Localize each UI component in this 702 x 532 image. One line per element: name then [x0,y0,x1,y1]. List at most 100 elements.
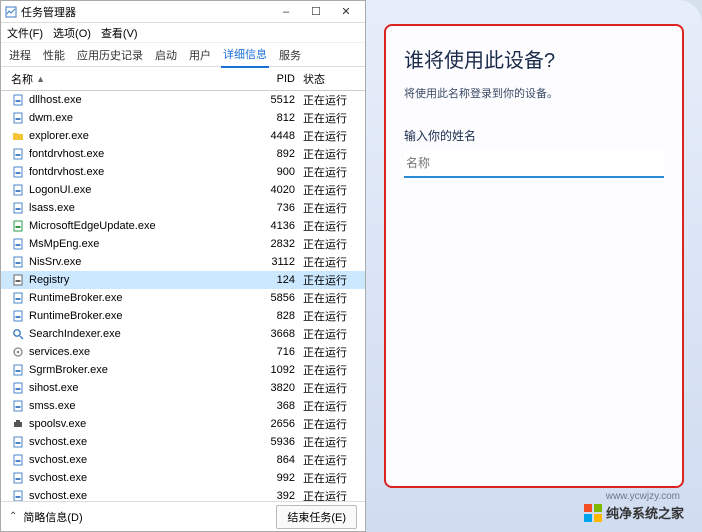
process-pid: 5856 [255,292,303,304]
tab-1[interactable]: 性能 [41,43,67,67]
titlebar[interactable]: 任务管理器 – ☐ ✕ [1,1,365,23]
process-icon [11,435,25,449]
tab-4[interactable]: 用户 [187,43,213,67]
process-name: Registry [29,274,255,286]
process-icon [11,363,25,377]
process-pid: 1092 [255,364,303,376]
process-name: fontdrvhost.exe [29,166,255,178]
process-row[interactable]: MicrosoftEdgeUpdate.exe4136正在运行 [1,217,365,235]
process-name: NisSrv.exe [29,256,255,268]
process-icon [11,129,25,143]
process-row[interactable]: spoolsv.exe2656正在运行 [1,415,365,433]
brief-label[interactable]: 简略信息(D) [23,509,276,525]
process-name: SgrmBroker.exe [29,364,255,376]
process-name: spoolsv.exe [29,418,255,430]
oobe-background: 谁将使用此设备? 将使用此名称登录到你的设备。 输入你的姓名 www.ycwjz… [366,0,702,532]
process-pid: 3668 [255,328,303,340]
process-status: 正在运行 [303,434,359,450]
menu-file[interactable]: 文件(F) [7,25,43,41]
tab-3[interactable]: 启动 [153,43,179,67]
process-pid: 2656 [255,418,303,430]
process-row[interactable]: services.exe716正在运行 [1,343,365,361]
process-row[interactable]: SearchIndexer.exe3668正在运行 [1,325,365,343]
process-name: LogonUI.exe [29,184,255,196]
maximize-button[interactable]: ☐ [301,2,331,22]
process-status: 正在运行 [303,452,359,468]
process-row[interactable]: Registry124正在运行 [1,271,365,289]
watermark-url: www.ycwjzy.com [606,491,680,502]
process-status: 正在运行 [303,326,359,342]
process-row[interactable]: MsMpEng.exe2832正在运行 [1,235,365,253]
menu-options[interactable]: 选项(O) [53,25,91,41]
minimize-button[interactable]: – [271,2,301,22]
process-icon [11,219,25,233]
process-pid: 892 [255,148,303,160]
process-row[interactable]: dwm.exe812正在运行 [1,109,365,127]
process-status: 正在运行 [303,488,359,501]
process-icon [11,453,25,467]
process-pid: 716 [255,346,303,358]
process-row[interactable]: LogonUI.exe4020正在运行 [1,181,365,199]
process-icon [11,201,25,215]
tabbar: 进程性能应用历史记录启动用户详细信息服务 [1,43,365,67]
tab-0[interactable]: 进程 [7,43,33,67]
process-icon [11,471,25,485]
process-status: 正在运行 [303,236,359,252]
process-name: smss.exe [29,400,255,412]
process-row[interactable]: smss.exe368正在运行 [1,397,365,415]
expand-icon[interactable]: ⌃ [9,511,17,522]
process-row[interactable]: NisSrv.exe3112正在运行 [1,253,365,271]
tab-5[interactable]: 详细信息 [221,42,269,68]
process-pid: 3820 [255,382,303,394]
process-row[interactable]: dllhost.exe5512正在运行 [1,91,365,109]
oobe-title: 谁将使用此设备? [404,44,664,73]
process-status: 正在运行 [303,416,359,432]
process-icon [11,183,25,197]
end-task-button[interactable]: 结束任务(E) [276,505,357,529]
col-name[interactable]: 名称 ▲ [11,71,255,87]
process-row[interactable]: fontdrvhost.exe892正在运行 [1,145,365,163]
process-row[interactable]: RuntimeBroker.exe5856正在运行 [1,289,365,307]
process-status: 正在运行 [303,254,359,270]
process-row[interactable]: SgrmBroker.exe1092正在运行 [1,361,365,379]
process-status: 正在运行 [303,272,359,288]
process-name: svchost.exe [29,454,255,466]
process-row[interactable]: fontdrvhost.exe900正在运行 [1,163,365,181]
process-status: 正在运行 [303,128,359,144]
col-status[interactable]: 状态 [303,71,359,87]
process-name: services.exe [29,346,255,358]
process-row[interactable]: svchost.exe864正在运行 [1,451,365,469]
close-button[interactable]: ✕ [331,2,361,22]
process-icon [11,399,25,413]
process-name: MsMpEng.exe [29,238,255,250]
tab-2[interactable]: 应用历史记录 [75,43,145,67]
process-row[interactable]: explorer.exe4448正在运行 [1,127,365,145]
watermark-text: 纯净系统之家 [606,503,684,522]
process-row[interactable]: svchost.exe5936正在运行 [1,433,365,451]
process-pid: 5936 [255,436,303,448]
process-pid: 992 [255,472,303,484]
process-row[interactable]: svchost.exe392正在运行 [1,487,365,501]
process-name: sihost.exe [29,382,255,394]
column-headers[interactable]: 名称 ▲ PID 状态 [1,67,365,91]
menu-view[interactable]: 查看(V) [101,25,138,41]
process-pid: 368 [255,400,303,412]
process-name: SearchIndexer.exe [29,328,255,340]
process-name: RuntimeBroker.exe [29,310,255,322]
process-status: 正在运行 [303,200,359,216]
process-status: 正在运行 [303,380,359,396]
oobe-input-label: 输入你的姓名 [404,127,664,144]
process-icon [11,255,25,269]
footer: ⌃ 简略信息(D) 结束任务(E) [1,501,365,531]
process-status: 正在运行 [303,146,359,162]
name-input[interactable] [404,150,664,178]
process-row[interactable]: svchost.exe992正在运行 [1,469,365,487]
process-pid: 828 [255,310,303,322]
process-row[interactable]: lsass.exe736正在运行 [1,199,365,217]
tab-6[interactable]: 服务 [277,43,303,67]
col-pid[interactable]: PID [255,73,303,85]
process-name: dwm.exe [29,112,255,124]
process-row[interactable]: RuntimeBroker.exe828正在运行 [1,307,365,325]
process-row[interactable]: sihost.exe3820正在运行 [1,379,365,397]
process-list[interactable]: dllhost.exe5512正在运行dwm.exe812正在运行explore… [1,91,365,501]
